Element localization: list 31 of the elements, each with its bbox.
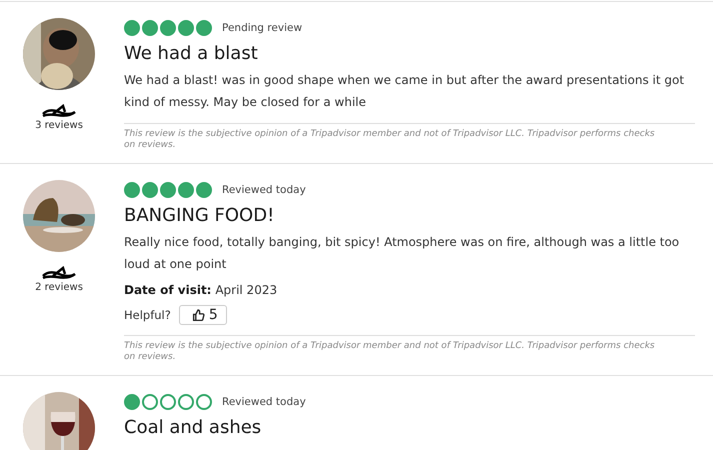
review-title: We had a blast xyxy=(124,42,259,66)
rating-dot xyxy=(124,20,140,36)
rating-dot xyxy=(160,394,176,410)
rating-dot xyxy=(142,182,158,198)
review-status: Pending review xyxy=(222,22,302,34)
rating-dot xyxy=(178,20,194,36)
rating-dot xyxy=(196,182,212,198)
review-disclaimer: This review is the subjective opinion of a Tripadvisor member and not of Tripadvisor LLC. Tripadvisor performs checks on reviews. xyxy=(124,123,695,151)
rating-dot xyxy=(142,394,158,410)
rating-dot xyxy=(160,20,176,36)
review-count: 3 reviews xyxy=(35,120,83,131)
review-status: Reviewed today xyxy=(222,184,306,196)
review-disclaimer: This review is the subjective opinion of a Tripadvisor member and not of Tripadvisor LLC. Tripadvisor performs checks on reviews. xyxy=(124,335,695,363)
review-title: Coal and ashes xyxy=(124,416,262,440)
rating-dot xyxy=(178,182,194,198)
rating-dot xyxy=(196,394,212,410)
helpful-button[interactable]: 5 xyxy=(178,305,227,325)
helpful-label: Helpful? xyxy=(124,308,171,322)
review-title: BANGING FOOD! xyxy=(124,204,276,228)
rating-dot xyxy=(142,20,158,36)
review-text: Really nice food, totally banging, bit spicy! Atmosphere was on fire, although was a little too loud at one point xyxy=(124,234,680,273)
visit-date: Date of visit: April 2023 xyxy=(124,283,278,297)
rating-dot xyxy=(124,182,140,198)
rating-dot xyxy=(124,394,140,410)
review-count: 2 reviews xyxy=(35,282,83,293)
review-text: We had a blast! was in good shape when we came in but after the award presentations it got kind of messy. May be closed for a while xyxy=(124,72,686,111)
rating-dot xyxy=(160,182,176,198)
rating-dot xyxy=(178,394,194,410)
rating-dot xyxy=(196,20,212,36)
thumbs-up-icon xyxy=(192,308,205,322)
review-status: Reviewed today xyxy=(222,396,306,408)
